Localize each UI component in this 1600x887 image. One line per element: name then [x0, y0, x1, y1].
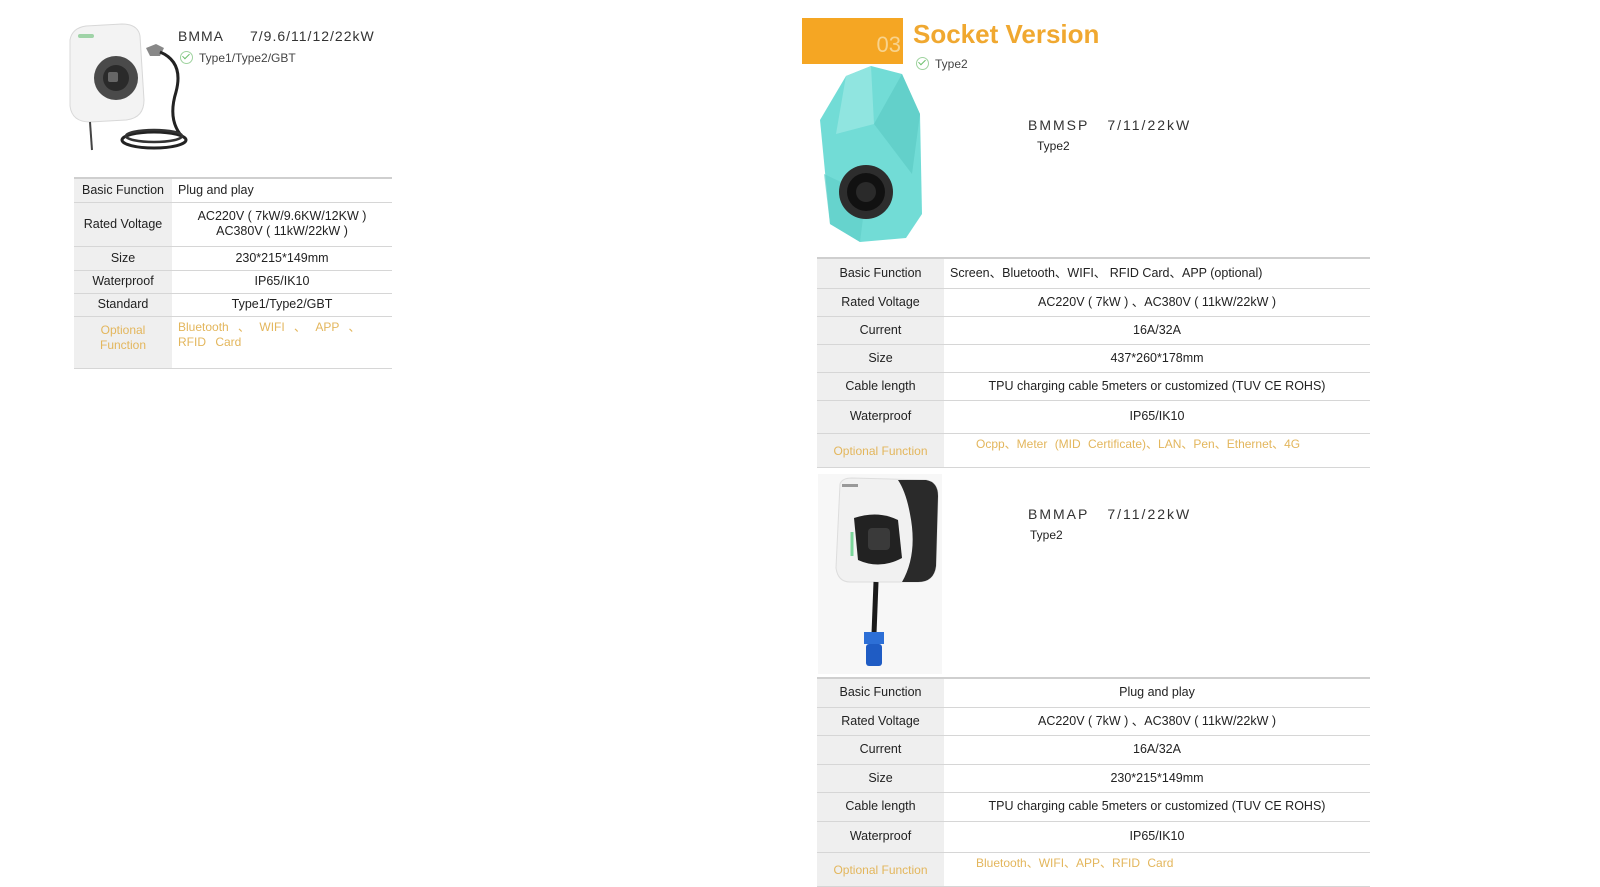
bmma-model: BMMA [178, 28, 224, 44]
bmma-connectors: Type1/Type2/GBT [199, 51, 296, 65]
spec-key: Rated Voltage [74, 201, 172, 247]
spec-value: Type1/Type2/GBT [172, 292, 392, 317]
spec-key: Standard [74, 292, 172, 317]
bmma-power: 7/9.6/11/12/22kW [250, 28, 375, 44]
spec-key: Optional Function [817, 432, 944, 468]
bmmap-product-image [818, 474, 942, 674]
spec-value: Bluetooth、WIFI、APP、RFID Card [944, 851, 1370, 887]
spec-value: IP65/IK10 [944, 399, 1370, 434]
spec-value-line: AC220V ( 7kW/9.6KW/12KW ) [197, 209, 367, 223]
spec-key: Current [817, 734, 944, 765]
spec-key: Basic Function [817, 257, 944, 289]
table-row: Optional Function Bluetooth 、 WIFI 、 APP… [74, 315, 392, 369]
bmma-product-image [64, 22, 194, 154]
bmma-model-line: BMMA 7/9.6/11/12/22kW [178, 28, 375, 44]
bmmsp-model: BMMSP [1028, 117, 1090, 133]
spec-value: 16A/32A [944, 315, 1370, 345]
bmmap-power: 7/11/22kW [1107, 506, 1192, 522]
spec-key: Size [817, 763, 944, 793]
table-row: Cable length TPU charging cable 5meters … [817, 791, 1370, 822]
spec-key: Size [74, 245, 172, 271]
bmmap-model: BMMAP [1028, 506, 1090, 522]
table-row: Optional Function Bluetooth、WIFI、APP、RFI… [817, 851, 1370, 887]
table-row: Waterproof IP65/IK10 [74, 269, 392, 294]
spec-value: AC220V ( 7kW ) 、AC380V ( 11kW/22kW ) [944, 287, 1370, 317]
bmmsp-power: 7/11/22kW [1107, 117, 1192, 133]
spec-value: Plug and play [172, 177, 392, 203]
table-row: Waterproof IP65/IK10 [817, 399, 1370, 434]
bmma-spec-table: Basic Function Plug and play Rated Volta… [74, 177, 392, 369]
bmma-connectors-line: Type1/Type2/GBT [180, 51, 296, 65]
spec-value: TPU charging cable 5meters or customized… [944, 791, 1370, 822]
table-row: Optional Function Ocpp、Meter (MID Certif… [817, 432, 1370, 468]
section-connector: Type2 [935, 57, 968, 71]
spec-key: Waterproof [74, 269, 172, 294]
spec-key: Waterproof [817, 820, 944, 853]
bmmap-spec-table: Basic Function Plug and play Rated Volta… [817, 677, 1370, 887]
spec-key: Waterproof [817, 399, 944, 434]
table-row: Rated Voltage AC220V ( 7kW ) 、AC380V ( 1… [817, 706, 1370, 736]
bmmsp-connector: Type2 [1037, 139, 1070, 153]
spec-key: Basic Function [74, 177, 172, 203]
table-row: Basic Function Plug and play [817, 677, 1370, 708]
table-row: Rated Voltage AC220V ( 7kW/9.6KW/12KW ) … [74, 201, 392, 247]
section-number-badge: 03 [802, 18, 903, 64]
spec-value: TPU charging cable 5meters or customized… [944, 371, 1370, 401]
spec-value: Screen、Bluetooth、WIFI、 RFID Card、APP (op… [944, 257, 1370, 289]
spec-key: Optional Function [74, 315, 172, 369]
spec-key: Optional Function [817, 851, 944, 887]
spec-value: 16A/32A [944, 734, 1370, 765]
spec-key: Cable length [817, 791, 944, 822]
spec-value: AC220V ( 7kW/9.6KW/12KW ) AC380V ( 11kW/… [172, 201, 392, 247]
table-row: Size 230*215*149mm [74, 245, 392, 271]
spec-value: Bluetooth 、 WIFI 、 APP 、 RFID Card [172, 315, 392, 369]
spec-value: Plug and play [944, 677, 1370, 708]
spec-key: Rated Voltage [817, 287, 944, 317]
spec-key: Basic Function [817, 677, 944, 708]
spec-value: 230*215*149mm [172, 245, 392, 271]
bmmap-model-line: BMMAP 7/11/22kW [1028, 506, 1191, 522]
spec-value: AC220V ( 7kW ) 、AC380V ( 11kW/22kW ) [944, 706, 1370, 736]
spec-key: Current [817, 315, 944, 345]
section-number: 03 [876, 32, 901, 57]
bmmap-connector: Type2 [1030, 528, 1063, 542]
table-row: Basic Function Plug and play [74, 177, 392, 203]
spec-key: Size [817, 343, 944, 373]
table-row: Current 16A/32A [817, 315, 1370, 345]
spec-value: Ocpp、Meter (MID Certificate)、LAN、Pen、Eth… [944, 432, 1370, 468]
table-row: Size 437*260*178mm [817, 343, 1370, 373]
table-row: Cable length TPU charging cable 5meters … [817, 371, 1370, 401]
check-circle-icon [180, 51, 193, 64]
spec-key: Rated Voltage [817, 706, 944, 736]
bmmsp-spec-table: Basic Function Screen、Bluetooth、WIFI、 RF… [817, 257, 1370, 468]
bmmsp-product-image [816, 64, 926, 246]
bmmsp-model-line: BMMSP 7/11/22kW [1028, 117, 1191, 133]
spec-value: IP65/IK10 [944, 820, 1370, 853]
spec-value: IP65/IK10 [172, 269, 392, 294]
spec-key: Cable length [817, 371, 944, 401]
table-row: Waterproof IP65/IK10 [817, 820, 1370, 853]
table-row: Current 16A/32A [817, 734, 1370, 765]
table-row: Standard Type1/Type2/GBT [74, 292, 392, 317]
spec-value-line: AC380V ( 11kW/22kW ) [216, 224, 348, 238]
table-row: Basic Function Screen、Bluetooth、WIFI、 RF… [817, 257, 1370, 289]
spec-value: 437*260*178mm [944, 343, 1370, 373]
spec-value: 230*215*149mm [944, 763, 1370, 793]
table-row: Rated Voltage AC220V ( 7kW ) 、AC380V ( 1… [817, 287, 1370, 317]
table-row: Size 230*215*149mm [817, 763, 1370, 793]
section-title: Socket Version [913, 19, 1100, 49]
